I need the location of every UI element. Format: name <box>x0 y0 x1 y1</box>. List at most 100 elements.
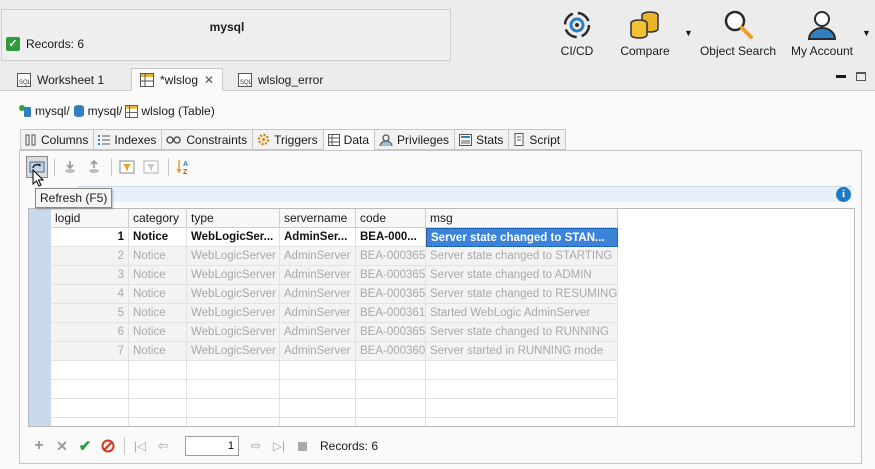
tab-wlslog-error[interactable]: SQL wlslog_error <box>229 68 332 91</box>
last-page-button[interactable]: ▷| <box>268 435 290 457</box>
compare-dropdown-icon[interactable]: ▼ <box>684 28 693 38</box>
cell-code[interactable]: BEA-000360 <box>356 342 426 361</box>
cell-servername[interactable]: AdminServer <box>280 323 356 342</box>
table-row[interactable]: 4 Notice WebLogicServer AdminServer BEA-0003… <box>51 285 618 304</box>
cell-msg[interactable]: Server state changed to STARTING <box>426 247 618 266</box>
clear-filter-button[interactable] <box>140 156 162 178</box>
cell-code[interactable]: BEA-000365 <box>356 285 426 304</box>
cell-servername[interactable]: AdminSer... <box>280 228 356 247</box>
cell-logid[interactable]: 4 <box>51 285 129 304</box>
cell-logid[interactable]: 5 <box>51 304 129 323</box>
table-row[interactable]: 7 Notice WebLogicServer AdminServer BEA-0003… <box>51 342 618 361</box>
cell-servername[interactable]: AdminServer <box>280 342 356 361</box>
cell-type[interactable]: WebLogicServer <box>187 323 280 342</box>
add-row-button[interactable]: + <box>28 435 50 457</box>
filter-icon <box>119 160 135 174</box>
cell-code[interactable]: BEA-000361 <box>356 304 426 323</box>
table-row[interactable]: 6 Notice WebLogicServer AdminServer BEA-0003… <box>51 323 618 342</box>
tab-worksheet-1[interactable]: SQL Worksheet 1 <box>8 68 113 91</box>
tab-stats[interactable]: Stats <box>454 129 509 150</box>
cell-servername[interactable]: AdminServer <box>280 285 356 304</box>
cell-msg[interactable]: Server started in RUNNING mode <box>426 342 618 361</box>
tab-indexes[interactable]: Indexes <box>93 129 162 150</box>
cancel-button[interactable] <box>97 435 119 457</box>
table-row[interactable]: 2 Notice WebLogicServer AdminServer BEA-0003… <box>51 247 618 266</box>
cell-msg[interactable]: Started WebLogic AdminServer <box>426 304 618 323</box>
cell-servername[interactable]: AdminServer <box>280 247 356 266</box>
sort-button[interactable]: AZ <box>173 156 195 178</box>
cicd-button[interactable]: CI/CD <box>553 8 601 64</box>
sql-worksheet-icon: SQL <box>17 72 31 87</box>
tab-privileges[interactable]: Privileges <box>374 129 455 150</box>
cell-category[interactable]: Notice <box>129 247 187 266</box>
cell-msg[interactable]: Server state changed to STAN... <box>426 228 618 247</box>
column-header-servername[interactable]: servername <box>280 209 356 228</box>
breadcrumb-connection[interactable]: mysql/ <box>18 104 70 118</box>
tab-constraints[interactable]: Constraints <box>161 129 253 150</box>
close-tab-icon[interactable]: ✕ <box>204 73 214 87</box>
object-search-button[interactable]: Object Search <box>697 8 779 64</box>
import-button[interactable] <box>59 156 81 178</box>
filter-bar[interactable] <box>78 186 852 202</box>
cell-code[interactable]: BEA-000365 <box>356 247 426 266</box>
cell-servername[interactable]: AdminServer <box>280 304 356 323</box>
cell-code[interactable]: BEA-000365 <box>356 266 426 285</box>
previous-page-button[interactable]: ⇦ <box>152 435 174 457</box>
column-header-category[interactable]: category <box>129 209 187 228</box>
table-row[interactable]: 5 Notice WebLogicServer AdminServer BEA-0003… <box>51 304 618 323</box>
cell-category[interactable]: Notice <box>129 228 187 247</box>
tab-data[interactable]: Data <box>322 129 375 150</box>
column-header-msg[interactable]: msg <box>426 209 618 228</box>
compare-button[interactable]: Compare <box>615 8 675 64</box>
tab-wlslog[interactable]: *wlslog ✕ <box>131 68 224 91</box>
cell-servername[interactable]: AdminServer <box>280 266 356 285</box>
apply-button[interactable]: ✔ <box>74 435 96 457</box>
page-number-input[interactable] <box>185 436 239 456</box>
tab-columns[interactable]: Columns <box>20 129 94 150</box>
cell-logid[interactable]: 1 <box>51 228 129 247</box>
cell-type[interactable]: WebLogicServer <box>187 247 280 266</box>
my-account-button[interactable]: My Account <box>785 8 859 64</box>
minimize-icon[interactable]: ▬ <box>836 70 846 81</box>
cell-msg[interactable]: Server state changed to RUNNING <box>426 323 618 342</box>
breadcrumb-table[interactable]: wlslog (Table) <box>125 104 215 118</box>
cell-category[interactable]: Notice <box>129 323 187 342</box>
cell-logid[interactable]: 6 <box>51 323 129 342</box>
tab-label: Worksheet 1 <box>37 72 105 87</box>
breadcrumb-database[interactable]: mysql/ <box>73 104 122 118</box>
cell-type[interactable]: WebLogicSer... <box>187 228 280 247</box>
cell-msg[interactable]: Server state changed to RESUMING <box>426 285 618 304</box>
cell-category[interactable]: Notice <box>129 342 187 361</box>
cell-msg[interactable]: Server state changed to ADMIN <box>426 266 618 285</box>
tab-triggers[interactable]: Triggers <box>252 129 323 150</box>
cell-type[interactable]: WebLogicServer <box>187 285 280 304</box>
filter-button[interactable] <box>116 156 138 178</box>
cell-code[interactable]: BEA-000... <box>356 228 426 247</box>
cell-category[interactable]: Notice <box>129 304 187 323</box>
cell-category[interactable]: Notice <box>129 285 187 304</box>
cell-logid[interactable]: 7 <box>51 342 129 361</box>
first-page-button[interactable]: |◁ <box>129 435 151 457</box>
delete-row-button[interactable]: ✕ <box>51 435 73 457</box>
export-button[interactable] <box>83 156 105 178</box>
cell-type[interactable]: WebLogicServer <box>187 342 280 361</box>
tab-script-label: Script <box>529 132 561 147</box>
cell-type[interactable]: WebLogicServer <box>187 304 280 323</box>
table-row[interactable]: 1 Notice WebLogicSer... AdminSer... BEA-000.… <box>51 228 618 247</box>
cell-type[interactable]: WebLogicServer <box>187 266 280 285</box>
table-row[interactable]: 3 Notice WebLogicServer AdminServer BEA-0003… <box>51 266 618 285</box>
tab-indexes-label: Indexes <box>114 132 157 147</box>
cell-logid[interactable]: 2 <box>51 247 129 266</box>
stop-button[interactable] <box>291 435 313 457</box>
column-header-type[interactable]: type <box>187 209 280 228</box>
next-page-button[interactable]: ⇨ <box>245 435 267 457</box>
tab-script[interactable]: Script <box>508 129 567 150</box>
cell-code[interactable]: BEA-000365 <box>356 323 426 342</box>
column-header-logid[interactable]: logid <box>51 209 129 228</box>
cell-category[interactable]: Notice <box>129 266 187 285</box>
cell-logid[interactable]: 3 <box>51 266 129 285</box>
column-header-code[interactable]: code <box>356 209 426 228</box>
info-icon[interactable]: i <box>836 187 851 202</box>
account-dropdown-icon[interactable]: ▼ <box>862 28 871 38</box>
maximize-icon[interactable] <box>856 72 866 81</box>
